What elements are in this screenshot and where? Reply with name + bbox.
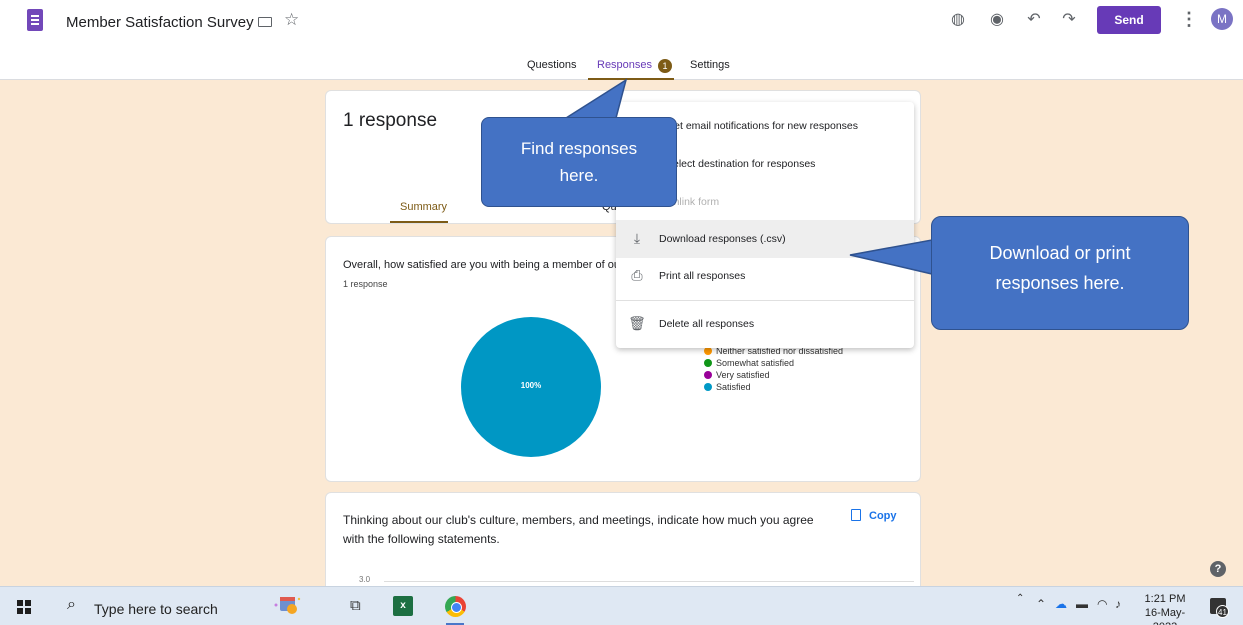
responses-count-badge: 1 (658, 59, 672, 73)
download-print-callout: Download or print responses here. (931, 216, 1189, 330)
send-button[interactable]: Send (1097, 6, 1161, 34)
sub-tab-summary[interactable]: Summary (400, 201, 447, 213)
find-responses-callout: Find responses here. (481, 117, 677, 207)
onedrive-cloud-icon[interactable]: ☁ (1055, 597, 1067, 611)
avatar[interactable]: M (1211, 8, 1233, 30)
forms-app-icon[interactable] (27, 9, 43, 31)
tab-settings[interactable]: Settings (690, 59, 730, 71)
callout-text: Download or print (989, 243, 1131, 263)
legend-item: Very satisfied (704, 369, 843, 381)
document-title[interactable]: Member Satisfaction Survey (66, 14, 254, 31)
tab-questions[interactable]: Questions (527, 59, 577, 71)
palette-icon[interactable]: ◍ (948, 9, 968, 29)
menu-item-download-csv[interactable]: ⤓ Download responses (.csv) (616, 220, 914, 258)
printer-icon: ⎙ (631, 267, 643, 283)
question-2-title: Thinking about our club's culture, membe… (343, 513, 814, 546)
wifi-icon[interactable]: ◠ (1097, 597, 1107, 611)
clock-date: 16-May-2023 (1144, 607, 1186, 625)
question-1-title: Overall, how satisfied are you with bein… (343, 259, 653, 271)
copy-icon (851, 509, 861, 521)
tab-responses[interactable]: Responses (597, 59, 652, 71)
excel-icon[interactable]: x (393, 596, 413, 616)
search-icon: ⌕ (67, 596, 76, 613)
legend-item: Somewhat satisfied (704, 357, 843, 369)
show-hidden-icons-icon[interactable]: ⌃ (1036, 597, 1046, 611)
response-count: 1 response (343, 110, 438, 131)
windows-start-icon[interactable] (17, 600, 31, 614)
calendar-widget-icon[interactable] (272, 591, 302, 619)
redo-icon[interactable]: ↷ (1059, 9, 1079, 29)
windows-taskbar: ⌕ Type here to search ⧉ x ⌃ ⌃ ☁ ▬ ◠ ♪ 1:… (0, 586, 1243, 625)
download-icon: ⤓ (633, 230, 641, 246)
header: Member Satisfaction Survey ☆ ◍ ◉ ↶ ↷ Sen… (0, 0, 1243, 80)
search-input[interactable]: Type here to search (94, 601, 218, 617)
menu-item-delete-responses[interactable]: 🗑 Delete all responses (616, 305, 914, 343)
callout-text: here. (559, 166, 599, 185)
task-view-icon[interactable]: ⧉ (350, 597, 361, 614)
menu-divider (616, 300, 914, 301)
question-1-response-count: 1 response (343, 279, 388, 289)
preview-eye-icon[interactable]: ◉ (987, 9, 1007, 29)
pie-legend: Neither satisfied nor dissatisfied Somew… (704, 345, 843, 393)
undo-icon[interactable]: ↶ (1024, 9, 1044, 29)
volume-icon[interactable]: ♪ (1115, 597, 1121, 611)
more-options-icon[interactable]: ⋮ (1180, 9, 1198, 30)
battery-icon[interactable]: ▬ (1076, 597, 1088, 611)
pie-slice-label: 100% (520, 381, 542, 390)
clock-time: 1:21 PM (1144, 593, 1186, 605)
chrome-icon[interactable] (445, 596, 466, 617)
menu-item-print-responses[interactable]: ⎙ Print all responses (616, 257, 914, 295)
copy-chart-button[interactable]: Copy (851, 509, 897, 522)
notification-count-badge: 41 (1216, 605, 1229, 618)
chart-gridline (384, 581, 914, 582)
star-icon[interactable]: ☆ (284, 10, 299, 30)
callout-text: Find responses (520, 139, 638, 158)
active-tab-indicator (588, 78, 674, 80)
pie-chart: 100% (461, 317, 601, 457)
legend-item: Satisfied (704, 381, 843, 393)
callout-text: responses here. (995, 273, 1125, 293)
taskbar-search-box[interactable]: ⌕ Type here to search (50, 589, 290, 624)
folder-icon[interactable] (258, 17, 272, 27)
scroll-chevron-icon[interactable]: ⌃ (1016, 593, 1024, 604)
taskbar-clock[interactable]: 1:21 PM 16-May-2023 (1133, 592, 1197, 625)
trash-icon: 🗑 (628, 315, 646, 331)
form-tabs: Questions Responses 1 Settings (0, 56, 1243, 80)
sub-tab-indicator (390, 221, 448, 223)
help-icon[interactable]: ? (1210, 561, 1226, 577)
chart-axis-tick: 3.0 (359, 575, 371, 584)
